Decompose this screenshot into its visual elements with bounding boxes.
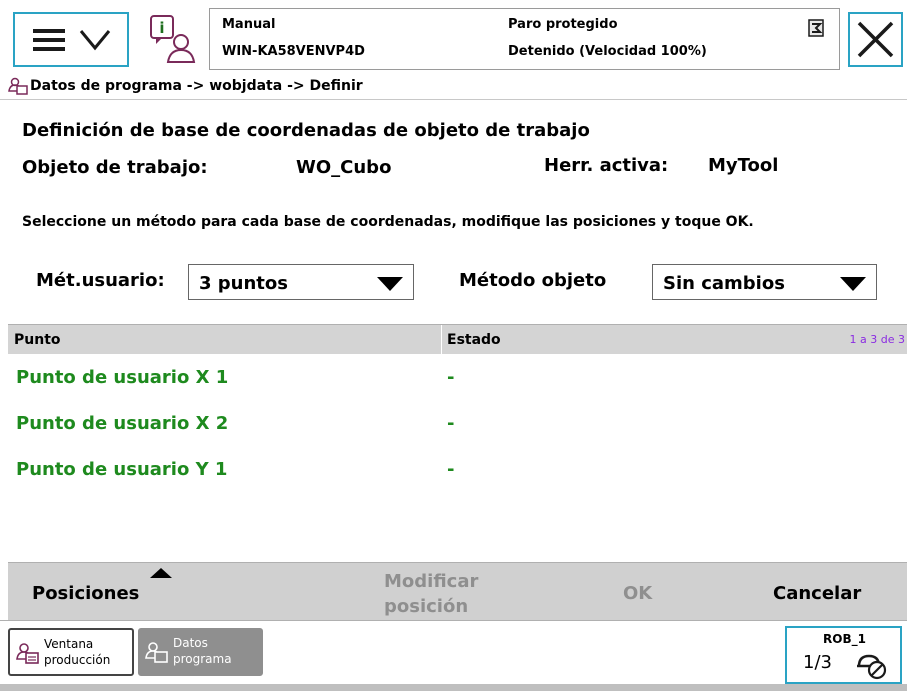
tool-frame-icon (857, 654, 887, 680)
column-header-point[interactable]: Punto (14, 332, 61, 348)
point-state: - (447, 367, 455, 388)
active-tool-label: Herr. activa: (544, 155, 669, 176)
command-bar: Posiciones Modificar posición OK Cancela… (8, 563, 907, 620)
task-program-data[interactable]: Datos programa (138, 628, 263, 676)
close-icon (857, 21, 894, 58)
task-production-window[interactable]: Ventana producción (8, 628, 134, 676)
workobject-label: Objeto de trabajo: (22, 157, 208, 178)
menu-up-arrow-icon (150, 568, 172, 578)
speed-status-icon (808, 19, 824, 37)
quickset-button[interactable]: ROB_1 1/3 (785, 626, 902, 684)
point-name: Punto de usuario X 2 (16, 413, 229, 434)
program-data-icon (145, 642, 168, 663)
point-state: - (447, 413, 455, 434)
status-bar: i Manual WIN-KA58VENVP4D Paro protegido … (0, 0, 907, 74)
column-divider (441, 325, 442, 355)
robot-name: ROB_1 (823, 632, 866, 646)
workobject-value: WO_Cubo (296, 157, 392, 178)
program-data-icon (8, 77, 28, 95)
column-header-state[interactable]: Estado (447, 332, 501, 348)
user-method-label: Mét.usuario: (36, 270, 165, 291)
modify-position-button[interactable]: Modificar posición (384, 569, 478, 619)
svg-text:i: i (159, 19, 164, 37)
point-state: - (447, 459, 455, 480)
increment-value: 1/3 (803, 652, 832, 673)
bottom-strip (0, 684, 907, 691)
operating-mode: Manual (222, 17, 276, 32)
task-label-line1: Ventana (44, 637, 94, 651)
ok-button[interactable]: OK (623, 583, 652, 604)
dropdown-arrow-icon (377, 277, 403, 291)
status-panel[interactable]: Manual WIN-KA58VENVP4D Paro protegido De… (209, 8, 840, 70)
task-label: Datos programa (173, 635, 232, 667)
taskbar: Ventana producción Datos programa ROB_1 … (0, 620, 907, 691)
operator-info-icon[interactable]: i (148, 14, 198, 64)
close-button[interactable] (848, 12, 903, 67)
row-count: 1 a 3 de 3 (849, 333, 905, 346)
page-title: Definición de base de coordenadas de obj… (22, 120, 590, 141)
table-row[interactable]: Punto de usuario X 1 - (8, 354, 907, 400)
positions-button[interactable]: Posiciones (32, 583, 139, 604)
modify-position-label-line2: posición (384, 596, 469, 617)
active-tool-value: MyTool (708, 155, 779, 176)
motion-state: Detenido (Velocidad 100%) (508, 44, 707, 59)
hamburger-chevron-icon (33, 29, 111, 51)
breadcrumb-path: Datos de programa -> wobjdata -> Definir (30, 78, 363, 94)
task-label: Ventana producción (44, 636, 110, 668)
production-window-icon (16, 643, 39, 664)
modify-position-label-line1: Modificar (384, 571, 479, 592)
points-table: Punto de usuario X 1 - Punto de usuario … (8, 354, 907, 563)
cancel-button[interactable]: Cancelar (773, 583, 861, 604)
dropdown-arrow-icon (840, 277, 866, 291)
object-method-label: Método objeto (459, 270, 607, 291)
point-name: Punto de usuario X 1 (16, 367, 229, 388)
user-method-value: 3 puntos (199, 273, 288, 294)
table-row[interactable]: Punto de usuario Y 1 - (8, 446, 907, 492)
task-label-line2: producción (44, 653, 111, 667)
object-method-value: Sin cambios (663, 273, 785, 294)
table-row[interactable]: Punto de usuario X 2 - (8, 400, 907, 446)
user-method-dropdown[interactable]: 3 puntos (188, 264, 414, 300)
table-header: Punto Estado 1 a 3 de 3 (8, 324, 907, 355)
instructions-text: Seleccione un método para cada base de c… (22, 214, 754, 230)
controller-name: WIN-KA58VENVP4D (222, 44, 365, 59)
breadcrumb: Datos de programa -> wobjdata -> Definir (0, 74, 907, 100)
task-label-line1: Datos (173, 636, 208, 650)
controller-state: Paro protegido (508, 17, 618, 32)
object-method-dropdown[interactable]: Sin cambios (652, 264, 877, 300)
task-label-line2: programa (173, 652, 232, 666)
point-name: Punto de usuario Y 1 (16, 459, 228, 480)
abb-menu-button[interactable] (13, 12, 129, 67)
